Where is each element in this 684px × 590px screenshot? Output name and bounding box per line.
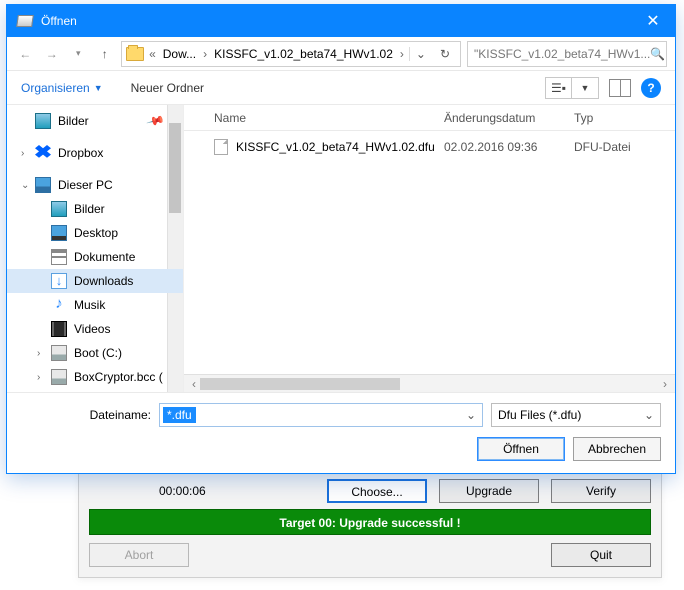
expand-icon[interactable]: › [37, 372, 40, 383]
status-bar: Target 00: Upgrade successful ! [89, 509, 651, 535]
pictures-icon [51, 201, 67, 217]
pin-icon: 📌 [146, 111, 166, 131]
elapsed-time: 00:00:06 [159, 484, 239, 498]
up-button[interactable]: ↑ [95, 42, 116, 66]
organize-menu[interactable]: Organisieren▼ [21, 81, 103, 95]
file-list-header[interactable]: Name Änderungsdatum Typ [184, 105, 675, 131]
drive-icon [51, 345, 67, 361]
filename-label: Dateiname: [21, 408, 151, 422]
search-input[interactable]: "KISSFC_v1.02_beta74_HWv1... 🔍 [467, 41, 667, 67]
file-name: KISSFC_v1.02_beta74_HWv1.02.dfu [236, 140, 444, 154]
col-type[interactable]: Typ [574, 111, 593, 125]
breadcrumb-segment[interactable]: Dow... [161, 47, 198, 61]
folder-icon [126, 47, 144, 61]
dialog-title: Öffnen [41, 14, 631, 28]
cancel-button[interactable]: Abbrechen [573, 437, 661, 461]
tree-item-bilder[interactable]: Bilder📌 [7, 109, 183, 133]
file-modified: 02.02.2016 09:36 [444, 140, 574, 154]
expand-icon[interactable]: › [37, 348, 40, 359]
open-button[interactable]: Öffnen [477, 437, 565, 461]
preview-pane-button[interactable] [609, 79, 631, 97]
chevron-icon[interactable]: › [200, 47, 210, 61]
search-icon: 🔍 [650, 47, 665, 61]
tree-item-desktop[interactable]: Desktop [7, 221, 183, 245]
breadcrumb-segment[interactable]: KISSFC_v1.02_beta74_HWv1.02 [212, 47, 395, 61]
titlebar: Öffnen ✕ [7, 5, 675, 37]
history-dropdown[interactable]: ▾ [68, 42, 89, 66]
desktop-icon [51, 225, 67, 241]
choose-button[interactable]: Choose... [327, 479, 427, 503]
close-button[interactable]: ✕ [631, 5, 675, 37]
downloads-icon [51, 273, 67, 289]
file-list: KISSFC_v1.02_beta74_HWv1.02.dfu 02.02.20… [184, 131, 675, 374]
filename-input[interactable]: *.dfu ⌄ [159, 403, 483, 427]
dropbox-icon [35, 145, 51, 161]
tree-item-this-pc[interactable]: ⌄Dieser PC [7, 173, 183, 197]
file-type: DFU-Datei [574, 140, 631, 154]
chevron-down-icon[interactable]: ⌄ [638, 408, 660, 422]
forward-button: → [42, 42, 63, 66]
tree-item-downloads[interactable]: Downloads [7, 269, 183, 293]
view-mode-button[interactable]: ☰▪▼ [545, 77, 599, 99]
pc-icon [35, 177, 51, 193]
expand-icon[interactable]: › [21, 148, 24, 159]
tree-item-bilder-pc[interactable]: Bilder [7, 197, 183, 221]
file-list-hscroll[interactable]: ‹› [184, 374, 675, 392]
filetype-filter[interactable]: Dfu Files (*.dfu) ⌄ [491, 403, 661, 427]
col-modified[interactable]: Änderungsdatum [444, 111, 574, 125]
addr-dropdown[interactable]: ⌄ [409, 47, 432, 61]
music-icon: ♪ [51, 297, 67, 313]
upgrade-button[interactable]: Upgrade [439, 479, 539, 503]
filename-value: *.dfu [163, 407, 196, 423]
tree-item-boot-c[interactable]: ›Boot (C:) [7, 341, 183, 365]
tree-item-documents[interactable]: Dokumente [7, 245, 183, 269]
address-bar[interactable]: « Dow... › KISSFC_v1.02_beta74_HWv1.02 ›… [121, 41, 461, 67]
chevron-icon[interactable]: › [397, 47, 407, 61]
nav-tree: Bilder📌 ›Dropbox ⌄Dieser PC Bilder Deskt… [7, 105, 183, 392]
verify-button[interactable]: Verify [551, 479, 651, 503]
file-icon [214, 139, 228, 155]
videos-icon [51, 321, 67, 337]
documents-icon [51, 249, 67, 265]
tree-item-dropbox[interactable]: ›Dropbox [7, 141, 183, 165]
file-row[interactable]: KISSFC_v1.02_beta74_HWv1.02.dfu 02.02.20… [184, 135, 675, 159]
chevron-icon[interactable]: « [146, 47, 159, 61]
open-dialog: Öffnen ✕ ← → ▾ ↑ « Dow... › KISSFC_v1.02… [6, 4, 676, 474]
tree-item-music[interactable]: ♪Musik [7, 293, 183, 317]
refresh-button[interactable]: ↻ [434, 47, 456, 61]
new-folder-button[interactable]: Neuer Ordner [131, 81, 204, 95]
help-button[interactable]: ? [641, 78, 661, 98]
search-placeholder: "KISSFC_v1.02_beta74_HWv1... [474, 47, 650, 61]
tree-item-videos[interactable]: Videos [7, 317, 183, 341]
pictures-icon [35, 113, 51, 129]
col-name[interactable]: Name [214, 111, 444, 125]
abort-button: Abort [89, 543, 189, 567]
drive-icon [51, 369, 67, 385]
tree-item-boxcryptor[interactable]: ›BoxCryptor.bcc ( [7, 365, 183, 389]
collapse-icon[interactable]: ⌄ [21, 180, 29, 191]
quit-button[interactable]: Quit [551, 543, 651, 567]
chevron-down-icon[interactable]: ⌄ [460, 408, 482, 422]
app-icon [16, 15, 34, 27]
back-button[interactable]: ← [15, 42, 36, 66]
